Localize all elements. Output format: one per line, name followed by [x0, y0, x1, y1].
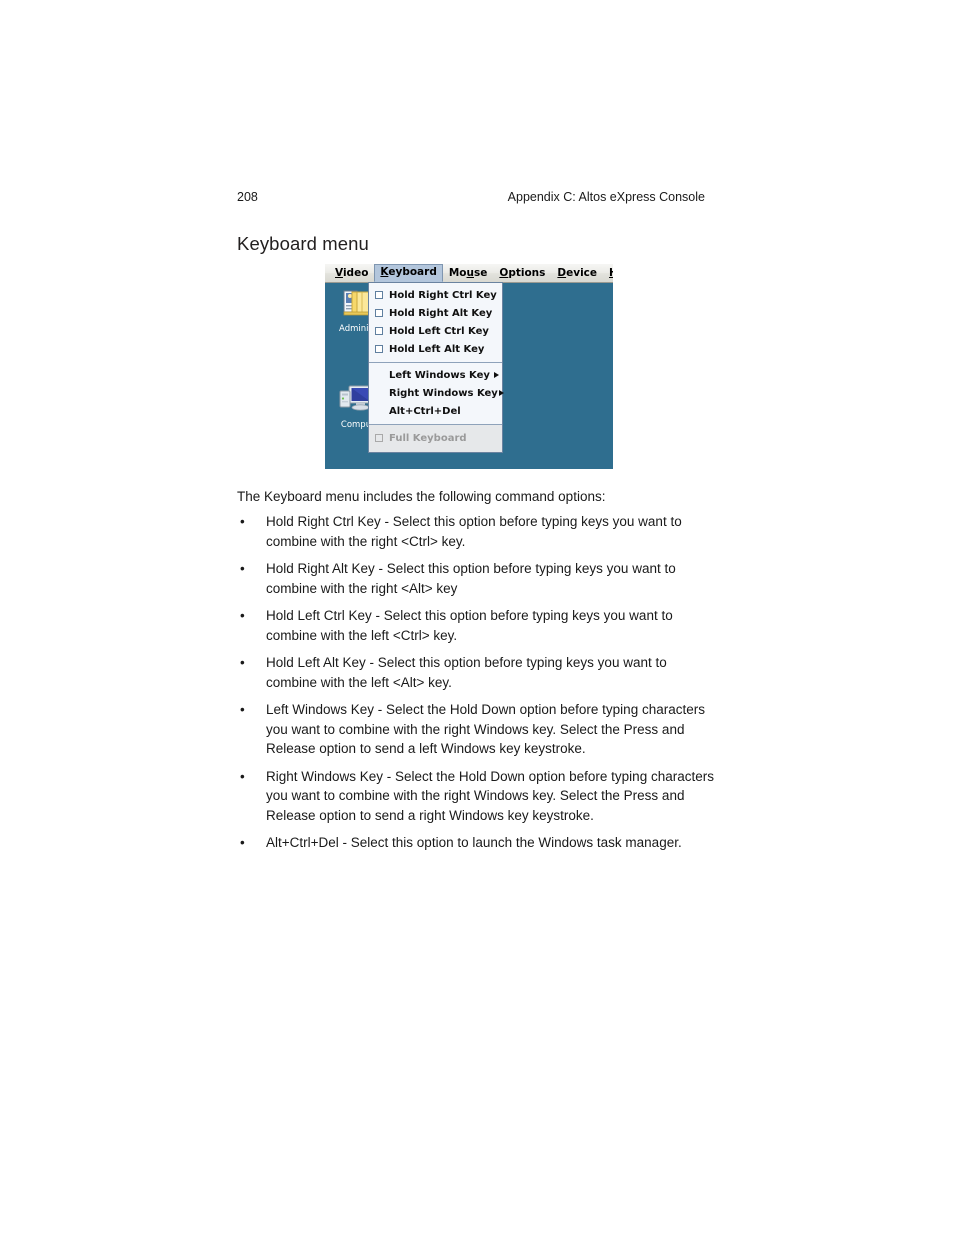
keyboard-dropdown-menu: Hold Right Ctrl Key Hold Right Alt Key H… [368, 282, 504, 453]
keyboard-menu-action-group: Left Windows Key Right Windows Key Alt+C… [369, 363, 504, 424]
menu-item-label: Left Windows Key [389, 369, 490, 381]
keyboard-menu-disabled-group: Full Keyboard [369, 425, 502, 452]
menu-item-label: Hold Right Ctrl Key [389, 289, 497, 301]
menu-item-hold-left-ctrl-key[interactable]: Hold Left Ctrl Key [369, 322, 502, 340]
list-item: • Hold Right Alt Key - Select this option… [237, 559, 717, 598]
menu-help[interactable]: Help [603, 265, 613, 282]
menu-item-hold-right-ctrl-key[interactable]: Hold Right Ctrl Key [369, 286, 502, 304]
page-header: 208 Appendix C: Altos eXpress Console [237, 190, 705, 208]
menu-video[interactable]: Video [329, 265, 374, 282]
submenu-arrow-icon [493, 372, 499, 378]
checkbox-icon [375, 434, 383, 442]
list-item-text: Hold Left Ctrl Key - Select this option … [266, 608, 673, 643]
command-options-list: • Hold Right Ctrl Key - Select this optio… [237, 512, 717, 861]
menu-item-label: Hold Right Alt Key [389, 307, 493, 319]
list-item: • Hold Left Ctrl Key - Select this option… [237, 606, 717, 645]
checkbox-icon[interactable] [375, 327, 383, 335]
menu-item-alt-ctrl-del[interactable]: Alt+Ctrl+Del [369, 402, 502, 420]
menu-item-label: Hold Left Ctrl Key [389, 325, 489, 337]
bullet-marker: • [240, 561, 245, 576]
menu-keyboard[interactable]: Keyboard [374, 264, 443, 282]
list-item-text: Alt+Ctrl+Del - Select this option to lau… [266, 835, 682, 850]
bullet-marker: • [240, 768, 245, 784]
menu-options[interactable]: Options [493, 265, 551, 282]
list-item-text: Hold Left Alt Key - Select this option b… [266, 655, 667, 690]
checkbox-icon[interactable] [375, 291, 383, 299]
menu-item-left-windows-key[interactable]: Left Windows Key [369, 366, 502, 384]
console-screenshot-figure: Adminis Compu Video Keyboard Mouse Optio… [325, 264, 613, 469]
menu-device[interactable]: Device [551, 265, 603, 282]
intro-paragraph: The Keyboard menu includes the following… [237, 489, 606, 504]
page-number: 208 [237, 190, 258, 204]
list-item-text: Hold Right Ctrl Key - Select this option… [266, 514, 682, 549]
menu-item-label: Right Windows Key [389, 387, 498, 399]
bullet-marker: • [240, 702, 245, 717]
menu-item-hold-right-alt-key[interactable]: Hold Right Alt Key [369, 304, 502, 322]
keyboard-menu-checkbox-group: Hold Right Ctrl Key Hold Right Alt Key H… [369, 283, 502, 362]
list-item-text: Left Windows Key - Select the Hold Down … [266, 702, 705, 756]
list-item-text: Hold Right Alt Key - Select this option … [266, 561, 676, 596]
list-item: • Right Windows Key - Select the Hold Dow… [237, 767, 717, 826]
menu-item-hold-left-alt-key[interactable]: Hold Left Alt Key [369, 340, 502, 358]
menu-item-label: Alt+Ctrl+Del [389, 405, 461, 417]
list-item: • Left Windows Key - Select the Hold Down… [237, 700, 717, 759]
menu-item-full-keyboard: Full Keyboard [369, 429, 502, 447]
checkbox-icon[interactable] [375, 345, 383, 353]
menu-item-right-windows-key[interactable]: Right Windows Key [369, 384, 504, 402]
console-menubar: Video Keyboard Mouse Options Device Help [325, 264, 613, 283]
list-item: • Alt+Ctrl+Del - Select this option to la… [237, 833, 717, 853]
menu-mouse[interactable]: Mouse [443, 265, 494, 282]
bullet-marker: • [240, 835, 245, 850]
bullet-marker: • [240, 514, 245, 529]
menu-item-label: Hold Left Alt Key [389, 343, 485, 355]
list-item: • Hold Left Alt Key - Select this option … [237, 653, 717, 692]
submenu-arrow-icon [498, 390, 504, 396]
checkbox-icon[interactable] [375, 309, 383, 317]
menu-item-label: Full Keyboard [389, 432, 467, 444]
bullet-marker: • [240, 655, 245, 670]
list-item-text: Right Windows Key - Select the Hold Down… [266, 768, 714, 823]
page-title: Keyboard menu [237, 233, 369, 254]
list-item: • Hold Right Ctrl Key - Select this optio… [237, 512, 717, 551]
bullet-marker: • [240, 608, 245, 623]
running-header: Appendix C: Altos eXpress Console [507, 190, 705, 204]
